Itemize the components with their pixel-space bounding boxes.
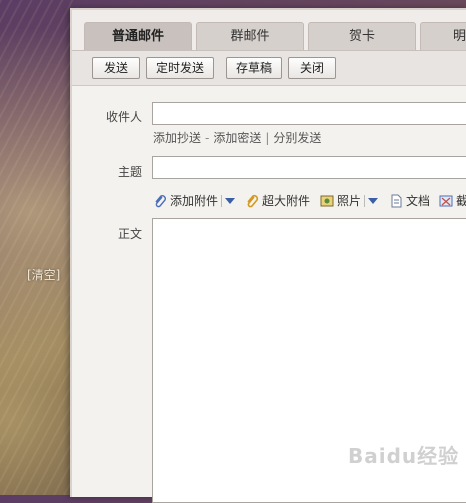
tab-bar: 普通邮件 群邮件 贺卡 明 <box>72 10 466 50</box>
tab-greeting-card[interactable]: 贺卡 <box>308 22 416 50</box>
send-button[interactable]: 发送 <box>92 57 140 79</box>
dropdown-arrow-icon[interactable] <box>368 198 378 204</box>
tab-normal-mail[interactable]: 普通邮件 <box>84 22 192 50</box>
subject-input[interactable] <box>152 156 466 179</box>
tab-group-mail[interactable]: 群邮件 <box>196 22 304 50</box>
large-attachment-label: 超大附件 <box>262 194 311 208</box>
recipient-label: 收件人 <box>105 110 142 124</box>
compose-panel: 普通邮件 群邮件 贺卡 明 发送 定时发送 存草稿 关闭 收件人 添加抄送 - 添加… <box>70 8 466 503</box>
subject-label: 主题 <box>117 165 142 179</box>
separate-send-link[interactable]: 分别发送 <box>273 131 321 145</box>
divider <box>221 195 222 207</box>
large-paperclip-icon <box>247 194 259 208</box>
photo-icon <box>320 195 334 207</box>
background-decoration <box>0 0 78 495</box>
tab-postcard[interactable]: 明 <box>420 22 466 50</box>
screenshot-label: 截 <box>456 194 466 208</box>
watermark-logo: Baidu经验 <box>348 444 460 468</box>
save-draft-button[interactable]: 存草稿 <box>226 57 282 79</box>
scheduled-send-button[interactable]: 定时发送 <box>146 57 214 79</box>
close-button[interactable]: 关闭 <box>288 57 336 79</box>
add-cc-link[interactable]: 添加抄送 <box>153 131 201 145</box>
recipient-options: 添加抄送 - 添加密送 | 分别发送 <box>153 129 321 146</box>
document-label: 文档 <box>406 194 431 208</box>
screenshot-icon <box>439 195 453 207</box>
dropdown-arrow-icon[interactable] <box>225 198 235 204</box>
document-icon <box>391 194 402 208</box>
paperclip-icon <box>155 195 166 208</box>
divider <box>364 195 365 207</box>
photo-label: 照片 <box>337 194 362 208</box>
pipe-separator: | <box>265 131 270 145</box>
dash-separator: - <box>205 131 210 145</box>
add-bcc-link[interactable]: 添加密送 <box>213 131 261 145</box>
body-label: 正文 <box>117 227 142 241</box>
recipient-input[interactable] <box>152 102 466 125</box>
clear-link[interactable]: [清空] <box>27 266 60 283</box>
add-attachment-label: 添加附件 <box>170 194 219 208</box>
compose-toolbar: 发送 定时发送 存草稿 关闭 <box>72 50 466 86</box>
